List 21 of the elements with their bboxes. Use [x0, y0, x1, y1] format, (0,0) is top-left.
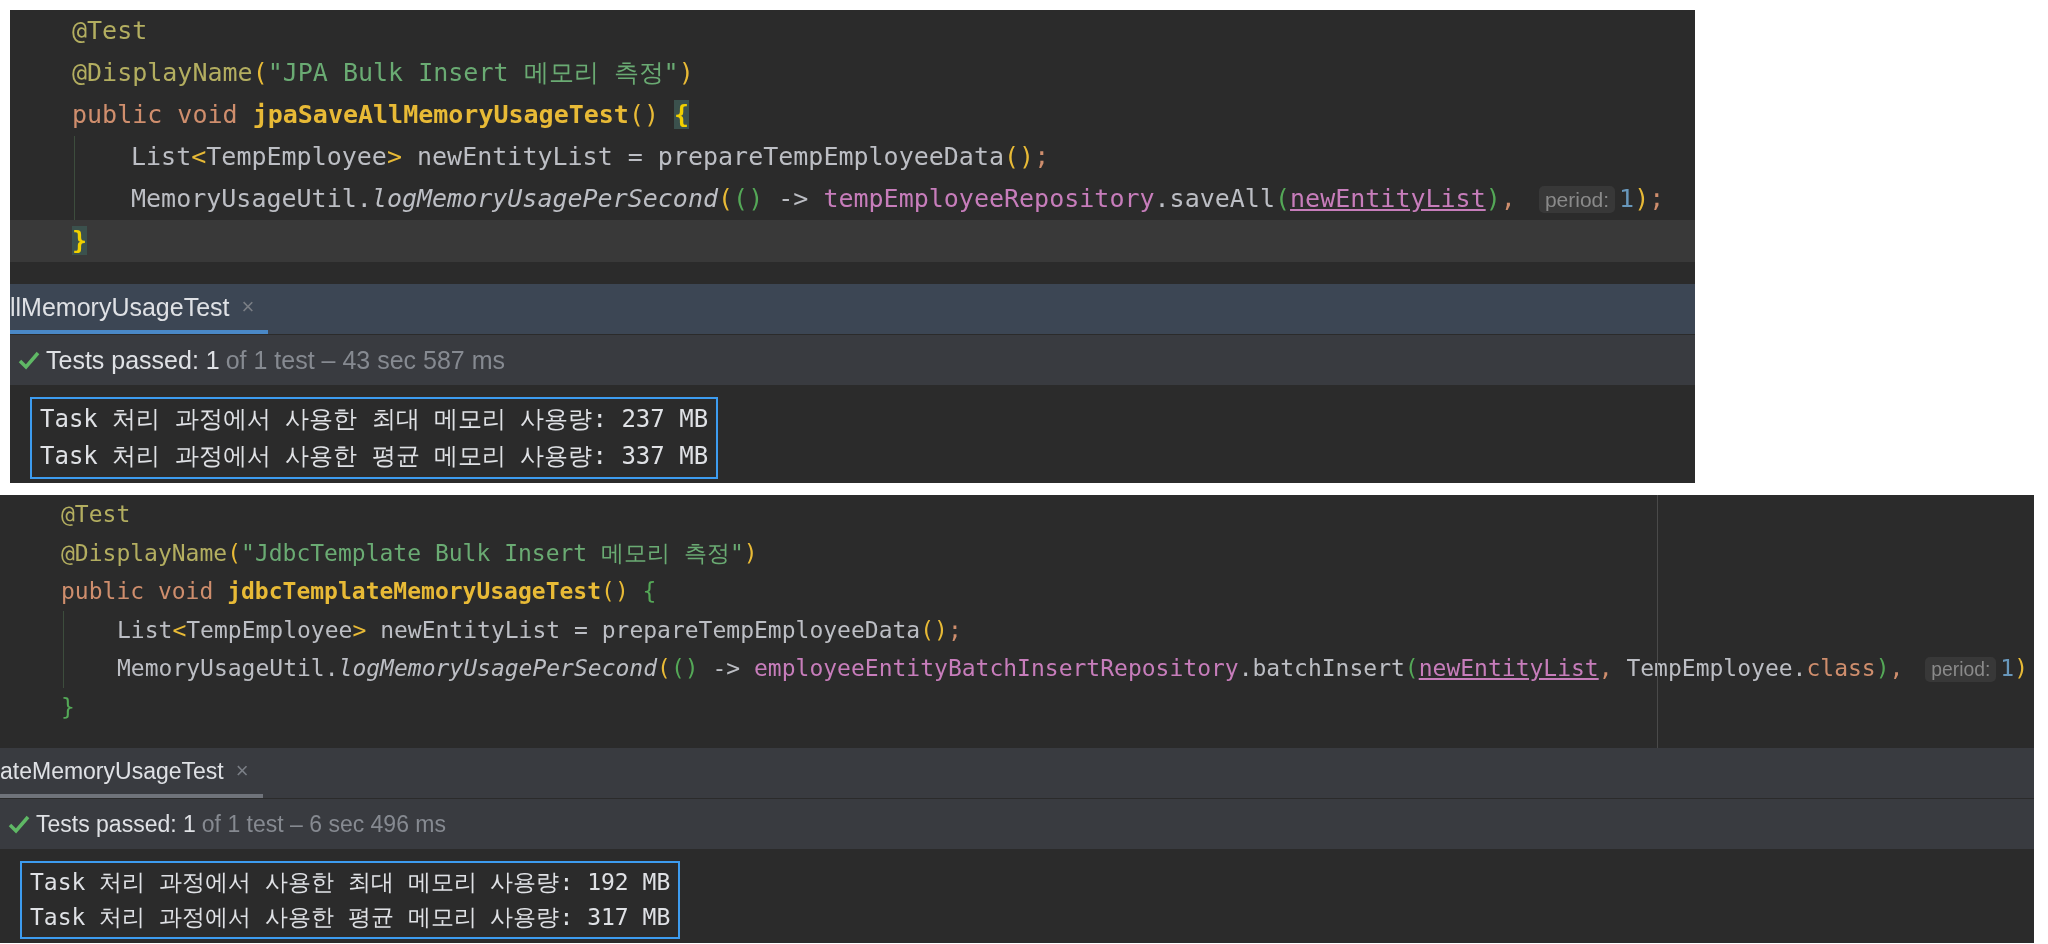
code-line: }: [60, 692, 76, 722]
code-line: List<TempEmployee> newEntityList = prepareTempEmployeeData();: [116, 615, 963, 645]
code-line: @Test: [71, 15, 149, 47]
console-line: Task 처리 과정에서 사용한 평균 메모리 사용량: 317 MB: [30, 903, 671, 932]
console-line: Task 처리 과정에서 사용한 평균 메모리 사용량: 337 MB: [40, 441, 709, 472]
test-duration-text: of 1 test – 6 sec 496 ms: [201, 810, 446, 838]
code-line: public void jpaSaveAllMemoryUsageTest() {: [71, 99, 691, 131]
tests-passed-label: Tests passed: 1: [36, 810, 196, 838]
check-icon: [18, 350, 40, 370]
code-line: MemoryUsageUtil.logMemoryUsagePerSecond(() -> employeeEntityBatchInsertRepository.batchInsert(newEntityList, TempEmployee.class), period: 1): [116, 654, 2030, 684]
console-line: Task 처리 과정에서 사용한 최대 메모리 사용량: 192 MB: [30, 868, 671, 897]
code-line: MemoryUsageUtil.logMemoryUsagePerSecond(() -> tempEmployeeRepository.saveAll(newEntityList), period: 1);: [130, 183, 1666, 215]
code-line: @DisplayName("JPA Bulk Insert 메모리 측정"): [71, 57, 695, 89]
code-line: @DisplayName("JdbcTemplate Bulk Insert 메모리 측정"): [60, 538, 759, 568]
console-line: Task 처리 과정에서 사용한 최대 메모리 사용량: 237 MB: [40, 404, 709, 435]
code-line: List<TempEmployee> newEntityList = prepareTempEmployeeData();: [130, 141, 1051, 173]
check-icon: [8, 814, 30, 834]
code-line: public void jdbcTemplateMemoryUsageTest() {: [60, 577, 658, 606]
test-duration-text: of 1 test – 43 sec 587 ms: [225, 345, 506, 375]
tests-passed-label: Tests passed: 1: [46, 345, 220, 375]
code-line: @Test: [60, 500, 132, 529]
